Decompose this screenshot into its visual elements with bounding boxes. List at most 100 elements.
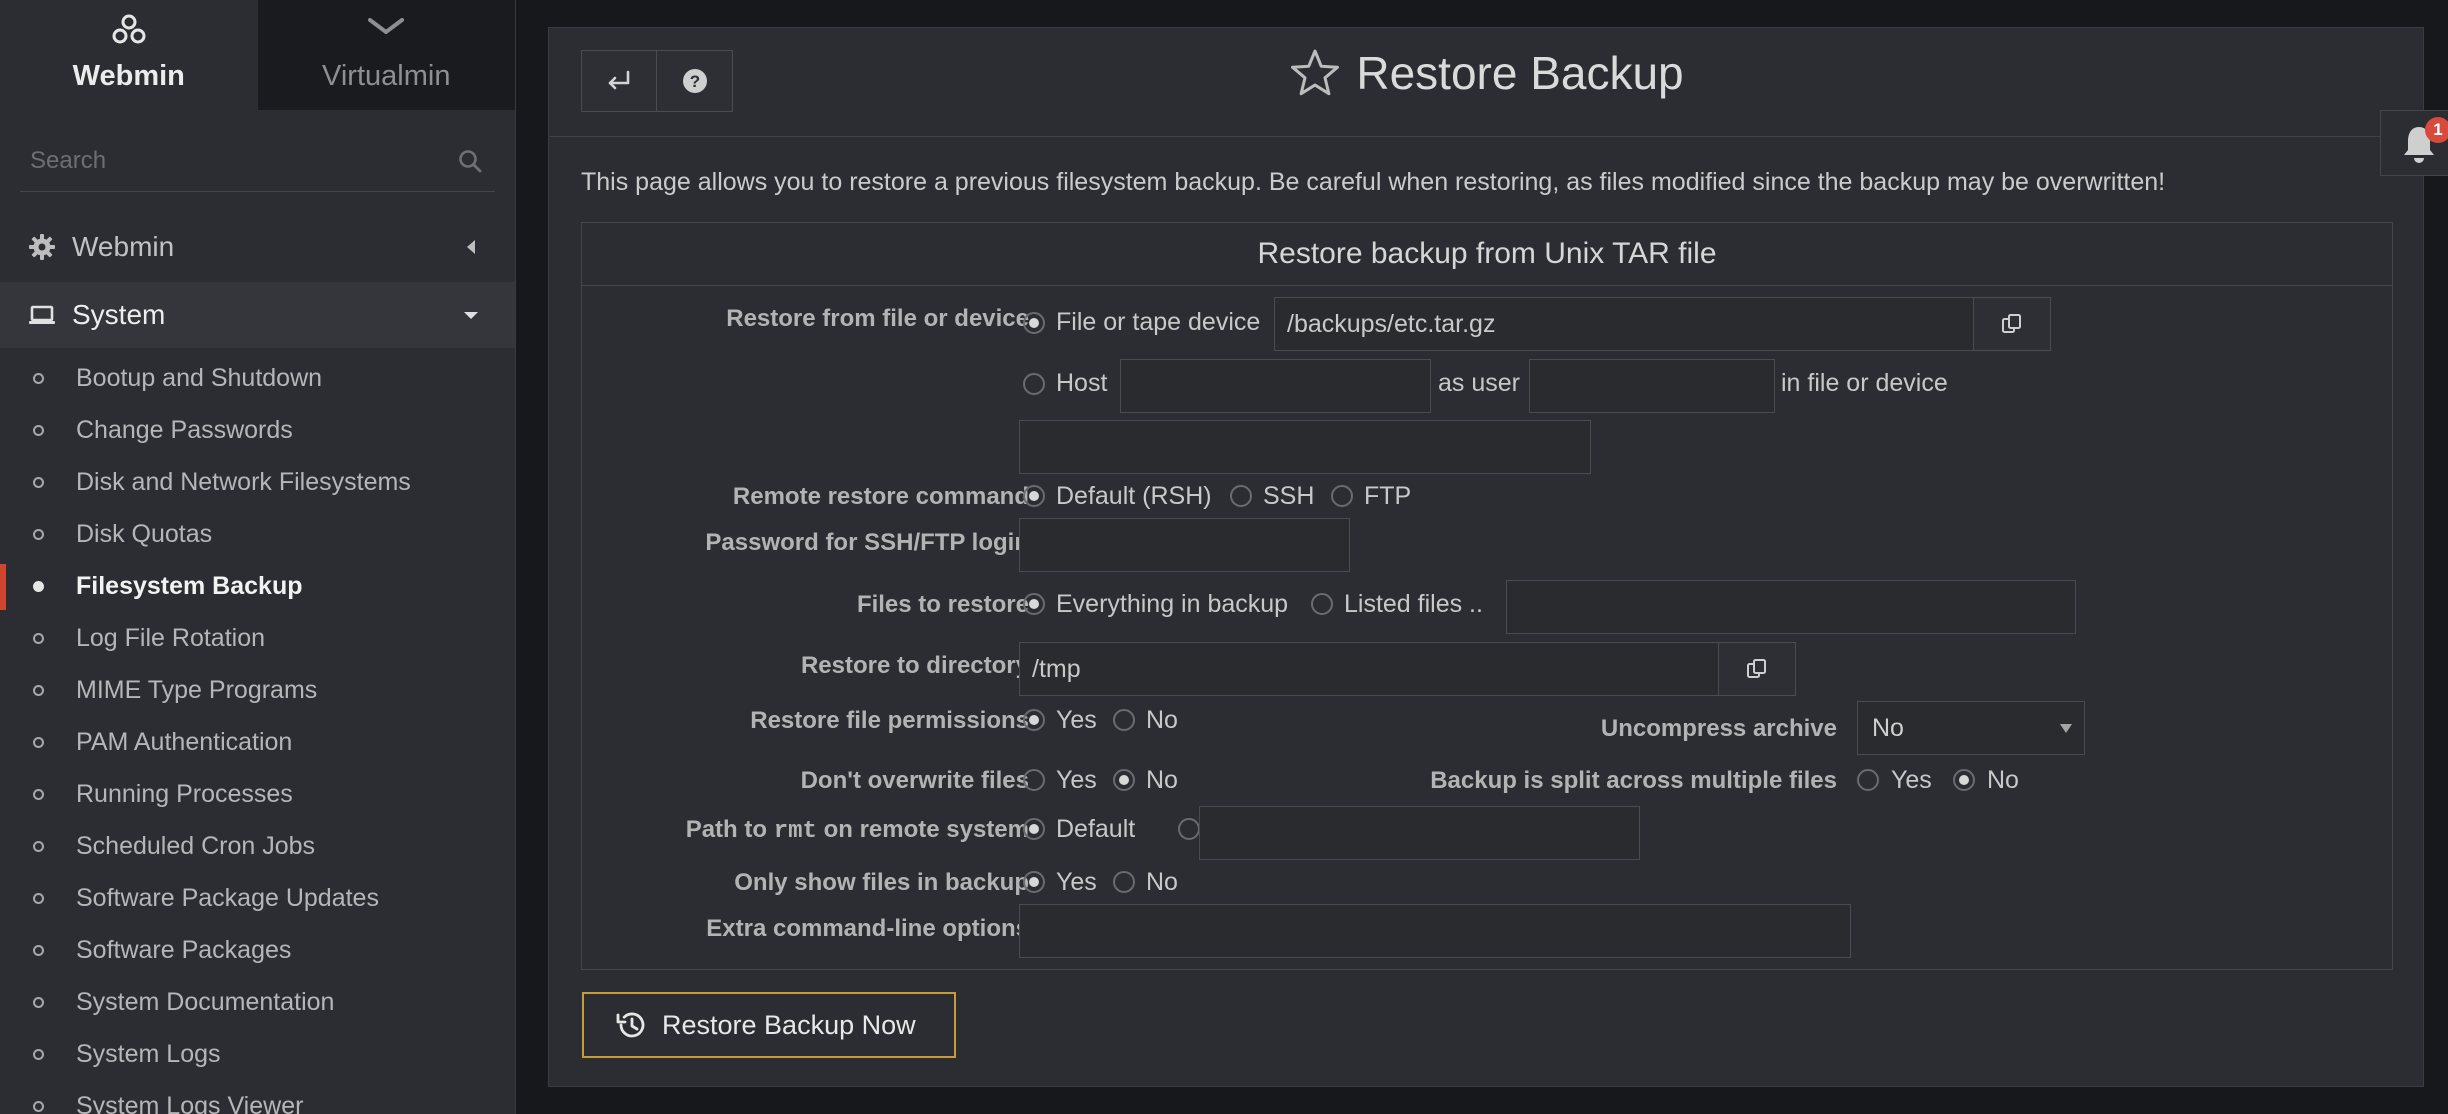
history-icon [616,1012,645,1038]
radio-only-show-no[interactable] [1113,871,1135,893]
restore-directory-label: Restore to directory [800,652,1029,679]
main-panel: ? Restore Backup This page allows you to… [548,27,2424,1087]
radio-command-ftp[interactable] [1331,485,1353,507]
radio-listed-files[interactable] [1311,593,1333,615]
uncompress-select[interactable]: No [1857,701,2085,755]
form-section-title: Restore backup from Unix TAR file [582,223,2392,286]
virtualmin-logo-icon [368,18,405,34]
restore-from-label: Restore from file or device [726,305,1029,332]
sidebar-item-pam[interactable]: PAM Authentication [0,716,515,768]
sidebar-item-bootup[interactable]: Bootup and Shutdown [0,352,515,404]
restore-directory-input[interactable]: /tmp [1019,642,1719,696]
sidebar-item-software-packages[interactable]: Software Packages [0,924,515,976]
radio-split-no[interactable] [1953,769,1975,791]
radio-command-ssh-label: SSH [1263,482,1315,510]
file-chooser-button[interactable] [1973,297,2051,351]
search-input[interactable] [20,138,495,184]
radio-overwrite-yes[interactable] [1023,769,1045,791]
bullet-icon [33,373,44,384]
search-icon[interactable] [457,148,483,174]
sidebar-item-change-passwords[interactable]: Change Passwords [0,404,515,456]
files-to-restore-label: Files to restore [856,591,1029,618]
sidebar-item-disk-quotas[interactable]: Disk Quotas [0,508,515,560]
sidebar-item-label: Running Processes [76,779,293,808]
radio-rmt-custom[interactable] [1178,818,1200,840]
tab-virtualmin[interactable]: Virtualmin [257,0,515,110]
sidebar-item-label: System Logs Viewer [76,1091,304,1114]
sidebar-item-label: PAM Authentication [76,727,293,756]
sidebar-item-log-rotation[interactable]: Log File Rotation [0,612,515,664]
sidebar-item-filesystem-backup[interactable]: Filesystem Backup [0,560,515,612]
radio-file-device[interactable] [1023,312,1045,334]
directory-chooser-button[interactable] [1718,642,1796,696]
sidebar-item-package-updates[interactable]: Software Package Updates [0,872,515,924]
sidebar-item-label: Log File Rotation [76,623,266,652]
bullet-icon [33,529,44,540]
radio-listed-files-label: Listed files .. [1344,590,1483,618]
page-description: This page allows you to restore a previo… [581,168,2166,196]
sidebar-category-system[interactable]: System [0,282,515,348]
radio-permissions-yes-label: Yes [1056,706,1097,734]
radio-only-show-yes-label: Yes [1056,868,1097,896]
remote-user-input[interactable] [1529,359,1775,413]
sidebar-item-cron-jobs[interactable]: Scheduled Cron Jobs [0,820,515,872]
laptop-icon [28,301,56,329]
rmt-path-input[interactable] [1199,806,1640,860]
radio-overwrite-no[interactable] [1113,769,1135,791]
dont-overwrite-label: Don't overwrite files [800,767,1029,794]
only-show-label: Only show files in backup [734,869,1029,896]
tab-webmin[interactable]: Webmin [0,0,258,110]
sidebar-item-running-processes[interactable]: Running Processes [0,768,515,820]
radio-command-rsh[interactable] [1023,485,1045,507]
sidebar-item-system-logs[interactable]: System Logs [0,1028,515,1080]
bullet-icon [33,425,44,436]
remote-file-input[interactable] [1019,420,1591,474]
bullet-icon [33,737,44,748]
caret-left-icon [467,240,475,254]
file-device-input[interactable]: /backups/etc.tar.gz [1274,297,1974,351]
uncompress-label: Uncompress archive [1600,715,1837,742]
notifications-button[interactable]: 1 [2380,110,2448,176]
sidebar-item-mime-programs[interactable]: MIME Type Programs [0,664,515,716]
sidebar-item-disk-network-fs[interactable]: Disk and Network Filesystems [0,456,515,508]
caret-down-icon [464,312,478,319]
restore-backup-button[interactable]: Restore Backup Now [582,992,956,1058]
radio-host[interactable] [1023,373,1045,395]
listed-files-input[interactable] [1506,580,2076,634]
radio-command-ftp-label: FTP [1364,482,1412,510]
radio-permissions-no[interactable] [1113,709,1135,731]
sidebar-category-webmin[interactable]: Webmin [0,214,515,280]
bullet-icon [33,945,44,956]
sidebar-item-system-logs-viewer[interactable]: System Logs Viewer [0,1080,515,1114]
sidebar-item-label: System Documentation [76,987,335,1016]
file-chooser-icon [1747,659,1766,678]
permissions-label: Restore file permissions [750,707,1029,734]
radio-permissions-no-label: No [1146,706,1178,734]
radio-only-show-no-label: No [1146,868,1178,896]
radio-overwrite-yes-label: Yes [1056,766,1097,794]
header-divider [549,136,2423,137]
radio-only-show-yes[interactable] [1023,871,1045,893]
radio-everything-label: Everything in backup [1056,590,1289,618]
sidebar-item-label: Software Packages [76,935,292,964]
in-file-device-label: in file or device [1781,369,1948,397]
bullet-icon [33,841,44,852]
radio-command-ssh[interactable] [1230,485,1252,507]
sidebar-item-system-docs[interactable]: System Documentation [0,976,515,1028]
extra-options-input[interactable] [1019,904,1851,958]
star-icon[interactable] [1288,46,1342,100]
radio-permissions-yes[interactable] [1023,709,1045,731]
host-input[interactable] [1120,359,1431,413]
bullet-icon [33,685,44,696]
bullet-icon [33,633,44,644]
radio-everything[interactable] [1023,593,1045,615]
bullet-icon [33,1049,44,1060]
radio-host-label: Host [1056,369,1108,397]
radio-split-yes[interactable] [1857,769,1879,791]
sidebar-item-label: Bootup and Shutdown [76,363,323,392]
password-input[interactable] [1019,518,1350,572]
radio-rmt-default[interactable] [1023,818,1045,840]
bullet-icon [33,789,44,800]
restore-form: Restore backup from Unix TAR file Restor… [581,222,2393,970]
page-header: Restore Backup [549,46,2423,100]
